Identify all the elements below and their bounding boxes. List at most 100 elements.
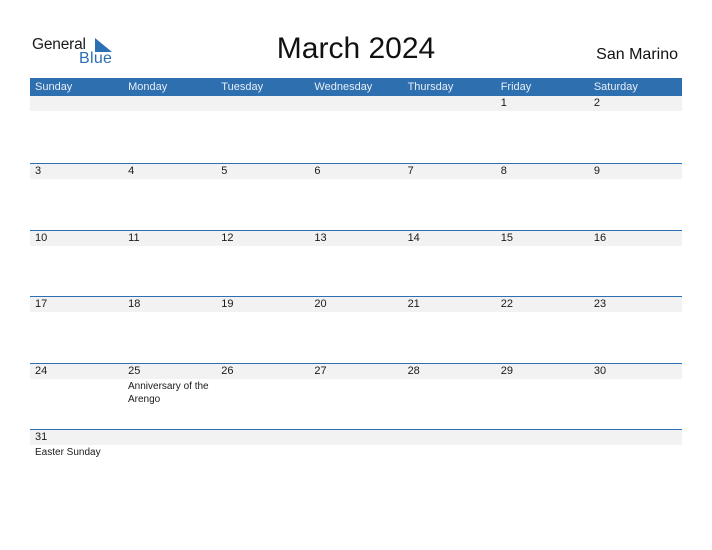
day-number: 31 <box>35 431 48 443</box>
day-number: 29 <box>500 364 513 377</box>
day-cell: 8 <box>496 164 589 179</box>
day-number: 8 <box>500 165 507 177</box>
holiday-event <box>309 379 402 406</box>
day-number: 9 <box>593 165 600 177</box>
holiday-event <box>588 379 681 406</box>
day-cell: 12 <box>216 231 309 246</box>
events-row: Anniversary of the Arengo <box>30 379 682 406</box>
day-number: 4 <box>128 165 135 177</box>
weekday-sunday: Sunday <box>35 81 73 93</box>
day-number: 2 <box>593 97 600 109</box>
day-cell: 2 <box>589 96 682 111</box>
day-cell <box>589 430 682 445</box>
day-number-bar: 12 <box>30 96 682 111</box>
day-cell: 22 <box>496 297 589 312</box>
day-number-bar: 17 18 19 20 21 22 23 <box>30 297 682 312</box>
holiday-event <box>216 179 309 180</box>
holiday-event <box>402 111 495 112</box>
holiday-event <box>588 445 681 459</box>
day-cell: 25 <box>123 364 216 379</box>
events-row <box>30 179 682 180</box>
day-cell: 3 <box>30 164 123 179</box>
day-cell: 10 <box>30 231 123 246</box>
holiday-event: Anniversary of the Arengo <box>128 380 209 405</box>
holiday-event <box>30 179 123 180</box>
holiday-event <box>588 246 681 247</box>
calendar-grid: Sunday Monday Tuesday Wednesday Thursday… <box>30 78 682 496</box>
week-row: 3 4 5 6 7 8 9 <box>30 163 682 230</box>
weekday-thursday: Thursday <box>407 81 454 93</box>
day-number: 18 <box>128 298 141 310</box>
holiday-event <box>309 312 402 313</box>
day-cell: 4 <box>123 164 216 179</box>
day-number: 26 <box>221 364 234 377</box>
holiday-event <box>495 179 588 180</box>
day-number: 15 <box>500 231 513 244</box>
day-cell: 17 <box>30 297 123 312</box>
day-cell: 16 <box>589 231 682 246</box>
events-row <box>30 246 682 247</box>
holiday-event <box>495 379 588 406</box>
holiday-event <box>495 445 588 459</box>
day-cell: 11 <box>123 231 216 246</box>
day-number: 22 <box>500 298 513 310</box>
holiday-event <box>216 445 309 459</box>
holiday-event <box>30 312 123 313</box>
holiday-event <box>402 179 495 180</box>
day-cell: 29 <box>496 364 589 379</box>
holiday-event <box>30 379 123 406</box>
day-cell: 6 <box>309 164 402 179</box>
day-number: 10 <box>35 231 48 244</box>
day-number-bar: 10 11 12 13 14 15 16 <box>30 230 682 246</box>
week-row: 17 18 19 20 21 22 23 <box>30 296 682 363</box>
day-cell: 19 <box>216 297 309 312</box>
weekday-header: Sunday Monday Tuesday Wednesday Thursday… <box>30 78 682 96</box>
day-cell: 20 <box>309 297 402 312</box>
day-cell <box>496 430 589 445</box>
week-row: 24 25 26 27 28 29 30 Anniversary of the Arengo <box>30 362 682 430</box>
week-row: 10 11 12 13 14 15 16 <box>30 229 682 297</box>
holiday-event <box>216 312 309 313</box>
day-number: 23 <box>593 298 607 310</box>
day-cell <box>216 430 309 445</box>
day-number: 3 <box>35 165 42 177</box>
events-row <box>30 312 682 313</box>
weekday-saturday: Saturday <box>593 81 638 93</box>
day-number: 5 <box>221 165 228 177</box>
day-cell <box>123 96 216 111</box>
day-cell: 24 <box>30 364 123 379</box>
day-cell <box>216 96 309 111</box>
holiday-event <box>402 445 495 459</box>
holiday-event <box>216 246 309 247</box>
holiday-event <box>495 246 588 247</box>
weekday-wednesday: Wednesday <box>314 81 373 93</box>
day-number: 17 <box>35 298 48 310</box>
holiday-event <box>309 111 402 112</box>
day-number: 6 <box>314 165 321 177</box>
day-number: 12 <box>221 231 234 244</box>
day-number: 28 <box>407 364 420 377</box>
holiday-event <box>123 445 216 459</box>
holiday-event <box>402 246 495 247</box>
weekday-monday: Monday <box>128 81 168 93</box>
day-number: 24 <box>35 364 48 377</box>
holiday-event <box>309 179 402 180</box>
day-cell: 26 <box>216 364 309 379</box>
holiday-event <box>123 111 216 112</box>
weekday-tuesday: Tuesday <box>221 81 264 93</box>
day-number: 25 <box>128 364 141 377</box>
day-number: 7 <box>407 165 414 177</box>
day-cell: 14 <box>403 231 496 246</box>
holiday-event <box>216 379 309 406</box>
day-number: 30 <box>593 364 607 377</box>
holiday-event <box>402 312 495 313</box>
holiday-event <box>123 246 216 247</box>
holiday-event <box>402 379 495 406</box>
day-cell: 1 <box>496 96 589 111</box>
day-number: 13 <box>314 231 327 244</box>
day-number: 20 <box>314 298 327 310</box>
day-cell: 18 <box>123 297 216 312</box>
day-cell <box>309 430 402 445</box>
day-number: 19 <box>221 298 234 310</box>
day-cell: 9 <box>589 164 682 179</box>
